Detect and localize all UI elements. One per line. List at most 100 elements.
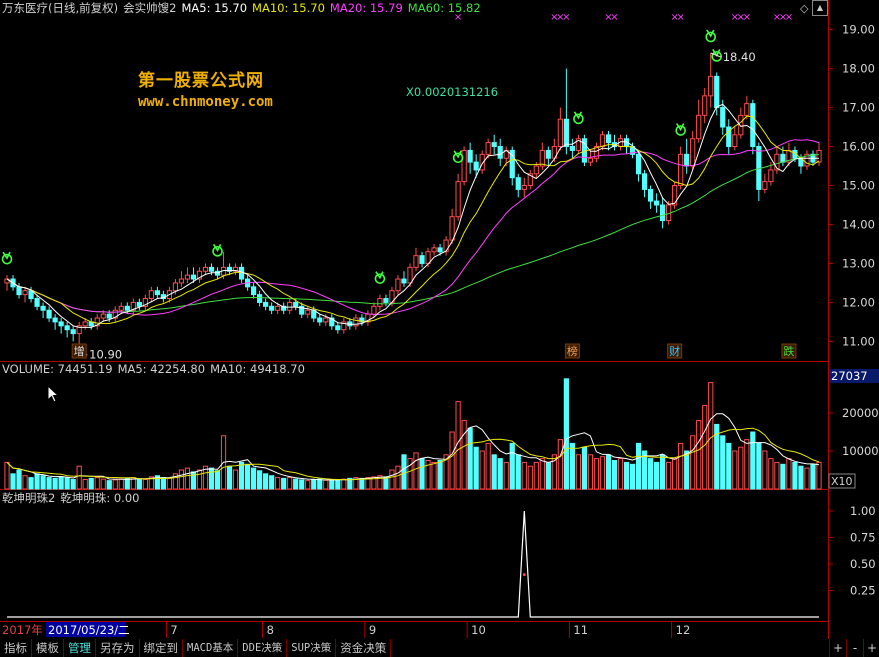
tab-macd[interactable]: MACD基本 xyxy=(183,639,239,657)
volume-tick-label: 10000 xyxy=(842,444,879,458)
candle-up xyxy=(816,149,822,163)
price-tick-label: 18.00 xyxy=(842,62,875,76)
volume-bar xyxy=(672,458,678,490)
x-coordinate-label: X0.0020131216 xyxy=(406,85,498,99)
volume-bar xyxy=(491,454,497,490)
volume-bar xyxy=(497,458,503,490)
tab-save-as[interactable]: 另存为 xyxy=(96,639,140,657)
volume-bar xyxy=(744,439,750,490)
candle-down xyxy=(52,317,58,323)
volume-bar xyxy=(112,479,118,490)
candle-up xyxy=(184,274,191,280)
volume-bar xyxy=(118,478,124,490)
volume-bar xyxy=(311,479,317,490)
volume-bar xyxy=(750,431,756,490)
volume-bar xyxy=(281,477,287,490)
panel-collapse-button[interactable]: ▲ xyxy=(812,0,828,16)
candle-down xyxy=(70,329,76,335)
candle-down xyxy=(257,294,263,303)
volume-bar xyxy=(329,480,335,490)
volume-bar xyxy=(684,450,690,490)
candle-up xyxy=(732,134,738,148)
volume-bar xyxy=(88,477,94,490)
volume-bar xyxy=(563,378,569,490)
indicator-name: 会实帅馊2 xyxy=(123,1,177,15)
candle-up xyxy=(275,305,281,311)
price-tick-label: 19.00 xyxy=(842,23,875,37)
volume-bar xyxy=(184,467,191,490)
candle-up xyxy=(762,181,768,190)
date-axis: 2017年 2017/05/23/二 7 8 9 10 11 12 xyxy=(2,622,690,638)
candle-down xyxy=(136,301,142,307)
stock-title: 万东医疗(日线,前复权) xyxy=(2,1,119,15)
event-tag: 增 xyxy=(74,344,85,358)
candle-up xyxy=(443,239,449,253)
candle-down xyxy=(780,153,786,163)
volume-bar xyxy=(678,442,684,490)
buy-signal-icon xyxy=(374,271,386,284)
volume-bar xyxy=(449,431,455,490)
zoom-out-button[interactable]: - xyxy=(846,639,863,657)
candle-down xyxy=(335,325,341,331)
tab-template[interactable]: 模板 xyxy=(32,639,64,657)
tab-indicator[interactable]: 指标 xyxy=(0,639,32,657)
stock-chart[interactable]: 19.00 18.00 17.00 16.00 15.00 14.00 13.00 12.00… xyxy=(0,0,879,657)
tab-manage[interactable]: 管理 xyxy=(64,639,96,657)
add-panel-button[interactable]: + xyxy=(863,639,879,657)
volume-bar xyxy=(660,454,666,490)
candle-down xyxy=(750,103,756,148)
candle-down xyxy=(473,161,479,171)
candle-up xyxy=(696,114,702,140)
tab-bind-to[interactable]: 绑定到 xyxy=(140,639,183,657)
candle-down xyxy=(34,298,40,307)
tab-capital[interactable]: 资金决策 xyxy=(336,639,392,657)
volume-bars xyxy=(4,378,822,490)
low-label: 10.90 xyxy=(89,347,122,361)
candle-down xyxy=(497,146,503,159)
diamond-icon[interactable]: ◇ xyxy=(800,2,808,15)
volume-unit: X10 xyxy=(831,475,853,488)
volume-ma5-value: MA5: 42254.80 xyxy=(117,362,206,376)
candle-up xyxy=(323,317,329,323)
price-tick-label: 14.00 xyxy=(842,217,875,231)
candle-down xyxy=(467,149,473,163)
candle-up xyxy=(455,181,461,218)
volume-bar xyxy=(629,463,636,490)
month-label: 11 xyxy=(573,623,588,637)
candle-up xyxy=(178,278,185,284)
zoom-in-button[interactable]: + xyxy=(829,639,846,657)
price-tick-label: 16.00 xyxy=(842,140,875,154)
volume-bar xyxy=(798,465,804,490)
volume-bar xyxy=(251,467,257,490)
month-label: 10 xyxy=(471,623,486,637)
volume-bar xyxy=(232,469,239,490)
volume-bar xyxy=(275,477,281,490)
candle-up xyxy=(702,95,708,116)
volume-ma10-value: MA10: 49418.70 xyxy=(210,362,305,376)
candle-up xyxy=(431,247,437,253)
volume-panel-header: VOLUME: 74451.19 MA5: 42254.80 MA10: 49418… xyxy=(2,362,310,376)
volume-bar xyxy=(34,473,40,490)
volume-bar xyxy=(335,479,341,490)
tab-sup[interactable]: SUP决策 xyxy=(287,639,337,657)
volume-bar xyxy=(178,469,185,490)
volume-bar xyxy=(611,460,618,490)
volume-bar xyxy=(257,470,263,490)
event-tag: 榜 xyxy=(567,344,578,358)
buy-signal-icon xyxy=(1,251,13,265)
bottom-toolbar: 指标 模板 管理 另存为 绑定到 MACD基本 DDE决策 SUP决策 资金决策 xyxy=(0,639,879,657)
qk-tick-label: 1.00 xyxy=(850,504,876,518)
month-label: 7 xyxy=(170,623,177,637)
tab-dde[interactable]: DDE决策 xyxy=(238,639,288,657)
volume-bar xyxy=(419,458,425,490)
cursor-date: 2017/05/23/二 xyxy=(48,623,130,637)
volume-bar xyxy=(106,480,112,490)
watermark-url: www.chnmoney.com xyxy=(138,94,273,110)
price-tick-label: 15.00 xyxy=(842,179,875,193)
candle-up xyxy=(118,305,124,311)
price-tick-label: 12.00 xyxy=(842,295,875,309)
volume-bar xyxy=(467,427,473,490)
volume-tick-label: 20000 xyxy=(842,406,879,420)
volume-bar xyxy=(702,404,708,490)
volume-bar xyxy=(515,454,521,490)
